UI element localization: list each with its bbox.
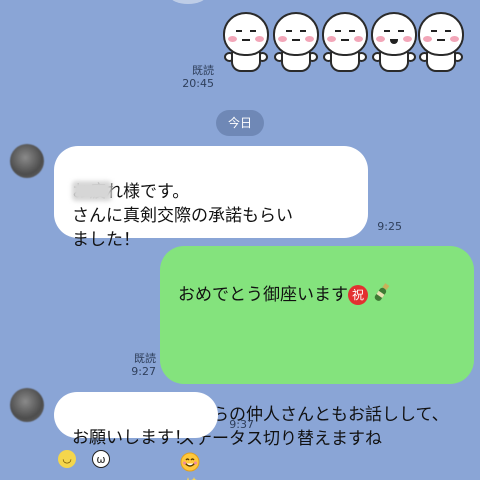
- message-text: お願いします！: [72, 428, 191, 448]
- read-receipt: 既読 9:27: [118, 352, 156, 378]
- redacted-name: [72, 181, 112, 201]
- partial-avatar-top: [170, 0, 206, 4]
- read-label: 既読: [134, 352, 156, 365]
- sticker-face-icon: [418, 12, 464, 74]
- read-receipt: 既読 20:45: [168, 64, 214, 90]
- message-time: 9:27: [131, 365, 156, 378]
- champagne-bottle-icon: [375, 283, 390, 301]
- sticker-face-icon: [371, 12, 417, 74]
- date-divider: 今日: [216, 110, 264, 136]
- message-text: おめでとう御座います: [178, 285, 348, 305]
- sticker-face-icon: [322, 12, 368, 74]
- celebration-badge-icon: 祝: [348, 285, 368, 305]
- outgoing-message-bubble[interactable]: おめでとう御座います祝 あちらの仲人さんともお話しして、 ステータス切り替えます…: [160, 246, 474, 480]
- incoming-message-bubble[interactable]: お願いします！: [54, 392, 218, 448]
- avatar[interactable]: [10, 388, 44, 422]
- message-text: あちらの仲人さんともお話しして、 ステータス切り替えますね: [178, 405, 449, 449]
- sticker-face-icon: [273, 12, 319, 74]
- panda-reaction-icon[interactable]: ω: [92, 450, 110, 468]
- message-time: 20:45: [182, 77, 214, 90]
- message-time: 9:37: [229, 418, 254, 431]
- read-label: 既読: [192, 64, 214, 77]
- message-time: 9:25: [377, 220, 402, 233]
- sparkles-icon: [187, 477, 197, 480]
- message-text: お疲れ様です。 さんに真剣交際の承諾もらい ました！: [72, 182, 293, 250]
- sticker-face-icon: [223, 12, 269, 74]
- smiling-face-icon: [180, 452, 200, 472]
- avatar[interactable]: [10, 144, 44, 178]
- smile-reaction-icon[interactable]: ◡: [58, 450, 76, 468]
